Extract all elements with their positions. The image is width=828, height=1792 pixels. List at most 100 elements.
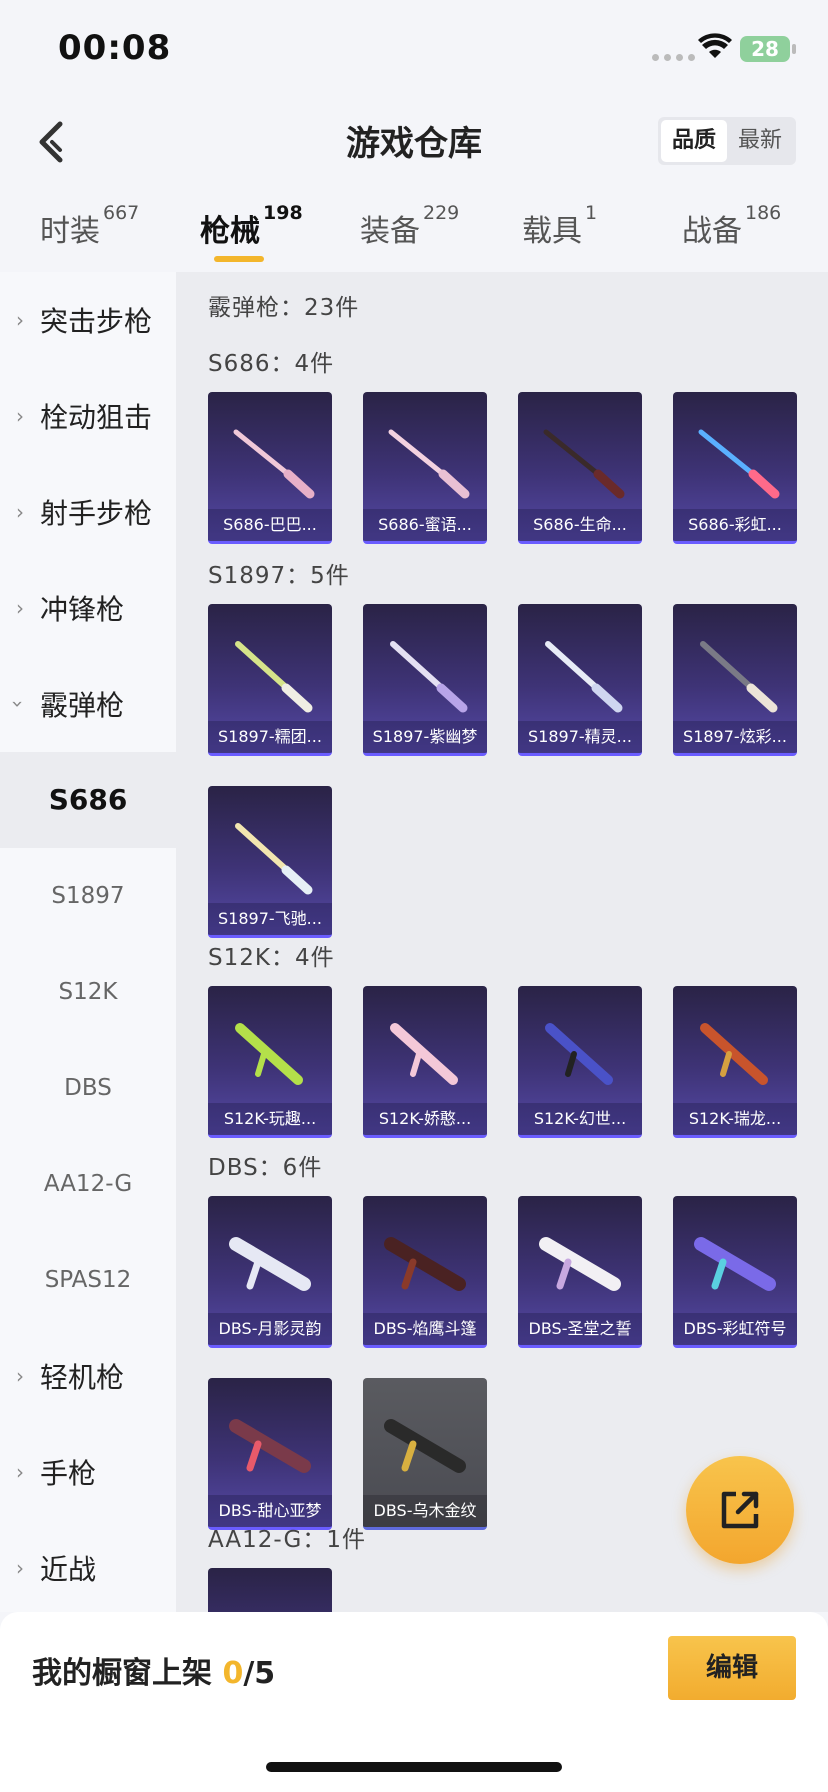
sidebar-item-pistol[interactable]: › 手枪 (0, 1424, 176, 1520)
sidebar-sub-s686[interactable]: S686 (0, 752, 176, 848)
tab-label: 载具 (522, 214, 582, 249)
skin-name: S12K-幻世... (518, 1103, 642, 1135)
shotgun-skin-icon (388, 429, 470, 499)
sidebar-item-lmg[interactable]: › 轻机枪 (0, 1328, 176, 1424)
sidebar-item-shotgun[interactable]: › 霰弹枪 (0, 656, 176, 752)
skin-name: DBS-乌木金纹 (363, 1495, 487, 1527)
tab-equipment[interactable]: 装备229 (360, 202, 459, 250)
shotgun-skin-icon (694, 1237, 776, 1291)
sidebar-item-melee[interactable]: › 近战 (0, 1520, 176, 1616)
chevron-right-icon: › (16, 1460, 24, 1484)
skin-card[interactable]: S1897-糯团... (208, 604, 332, 756)
skin-name: S12K-玩趣... (208, 1103, 332, 1135)
skin-name: S1897-精灵... (518, 721, 642, 753)
showcase-total: /5 (243, 1656, 276, 1691)
showcase-label: 我的橱窗上架 (32, 1656, 223, 1691)
tab-supplies[interactable]: 战备186 (682, 202, 781, 250)
skin-name: DBS-焰鹰斗篷 (363, 1313, 487, 1345)
skin-card[interactable]: DBS-月影灵韵 (208, 1196, 332, 1348)
showcase-current: 0 (222, 1656, 244, 1691)
skin-card[interactable]: S1897-飞驰... (208, 786, 332, 938)
chevron-down-icon: › (6, 700, 30, 708)
tab-vehicles[interactable]: 载具1 (522, 202, 597, 250)
skin-name: S1897-炫彩... (673, 721, 797, 753)
tab-label: 装备 (360, 214, 420, 249)
skin-card[interactable]: S686-蜜语... (363, 392, 487, 544)
tab-label: 枪械 (200, 214, 260, 249)
shotgun-skin-icon (384, 1419, 466, 1473)
chevron-right-icon: › (16, 1364, 24, 1388)
sidebar-sub-s12k[interactable]: S12K (0, 944, 176, 1040)
chevron-right-icon: › (16, 404, 24, 428)
sidebar-item-assault-rifle[interactable]: › 突击步枪 (0, 272, 176, 368)
shotgun-skin-icon (539, 1237, 621, 1291)
tab-count: 186 (745, 202, 782, 224)
chevron-right-icon: › (16, 500, 24, 524)
shotgun-skin-icon (233, 429, 315, 499)
tab-fashion[interactable]: 时装667 (40, 202, 139, 250)
skin-card[interactable]: DBS-彩虹符号 (673, 1196, 797, 1348)
share-button[interactable] (686, 1456, 794, 1564)
sidebar-sub-aa12g[interactable]: AA12-G (0, 1136, 176, 1232)
item-grid: 霰弹枪：23件 S686：4件 S686-巴巴... S686-蜜语... S6… (176, 272, 828, 1612)
shotgun-skin-icon (229, 1237, 311, 1291)
skin-card[interactable]: S686-巴巴... (208, 392, 332, 544)
shotgun-skin-icon (229, 1419, 311, 1473)
edit-button[interactable]: 编辑 (668, 1636, 796, 1700)
tab-count: 667 (103, 202, 140, 224)
skin-card[interactable]: S12K-瑞龙... (673, 986, 797, 1138)
chevron-right-icon: › (16, 308, 24, 332)
skin-card[interactable]: DBS-圣堂之誓 (518, 1196, 642, 1348)
category-count-title: 霰弹枪：23件 (208, 295, 360, 321)
skin-card[interactable]: S1897-炫彩... (673, 604, 797, 756)
skin-card[interactable]: DBS-焰鹰斗篷 (363, 1196, 487, 1348)
skin-card[interactable]: S1897-精灵... (518, 604, 642, 756)
skin-card[interactable]: S686-生命... (518, 392, 642, 544)
sidebar-sub-s1897[interactable]: S1897 (0, 848, 176, 944)
sidebar-item-smg[interactable]: › 冲锋枪 (0, 560, 176, 656)
showcase-bar: 我的橱窗上架 0/5 编辑 (0, 1612, 828, 1792)
weapon-sidebar: › 突击步枪 › 栓动狙击 › 射手步枪 › 冲锋枪 › 霰弹枪 S686 S1897 S… (0, 272, 176, 1612)
sort-newest-button[interactable]: 最新 (727, 120, 793, 162)
skin-card[interactable]: S12K-玩趣... (208, 986, 332, 1138)
skin-card[interactable]: S1897-紫幽梦 (363, 604, 487, 756)
sidebar-label: 射手步枪 (40, 497, 153, 530)
skin-card[interactable]: S686-彩虹... (673, 392, 797, 544)
shotgun-skin-icon (235, 1023, 303, 1085)
tab-label: 战备 (682, 214, 742, 249)
sidebar-item-bolt-sniper[interactable]: › 栓动狙击 (0, 368, 176, 464)
sidebar-sub-spas12[interactable]: SPAS12 (0, 1232, 176, 1328)
skin-card[interactable]: S12K-娇憨... (363, 986, 487, 1138)
cellular-signal-icon (652, 54, 695, 61)
sort-toggle: 品质 最新 (658, 117, 796, 165)
sidebar-sub-dbs[interactable]: DBS (0, 1040, 176, 1136)
skin-name: S12K-瑞龙... (673, 1103, 797, 1135)
battery-icon: 28 (740, 36, 796, 62)
skin-name: DBS-圣堂之誓 (518, 1313, 642, 1345)
status-bar: 00:08 28 (0, 0, 828, 96)
tab-guns[interactable]: 枪械198 (200, 202, 303, 250)
skin-card[interactable]: DBS-甜心亚梦 (208, 1378, 332, 1530)
tab-label: 时装 (40, 214, 100, 249)
skin-card[interactable]: DBS-乌木金纹 (363, 1378, 487, 1530)
skin-name: DBS-彩虹符号 (673, 1313, 797, 1345)
showcase-status: 我的橱窗上架 0/5 (32, 1648, 275, 1692)
skin-card[interactable]: S12K-幻世... (518, 986, 642, 1138)
sort-quality-button[interactable]: 品质 (661, 120, 727, 162)
chevron-right-icon: › (16, 1556, 24, 1580)
skin-name: S12K-娇憨... (363, 1103, 487, 1135)
skin-name: S1897-飞驰... (208, 903, 332, 935)
skin-name: S686-彩虹... (673, 509, 797, 541)
shotgun-skin-icon (698, 429, 780, 499)
sidebar-label: 栓动狙击 (40, 401, 153, 434)
tab-active-indicator (214, 256, 264, 262)
shotgun-skin-icon (390, 641, 468, 713)
screen: 00:08 28 游戏仓库 品质 最新 时装667 枪械198 装备229 载具… (0, 0, 828, 1792)
skin-name: S686-巴巴... (208, 509, 332, 541)
sidebar-item-marksman-rifle[interactable]: › 射手步枪 (0, 464, 176, 560)
category-tabs: 时装667 枪械198 装备229 载具1 战备186 (0, 196, 828, 272)
shotgun-skin-icon (700, 641, 778, 713)
home-indicator[interactable] (266, 1762, 562, 1772)
sidebar-label: 手枪 (40, 1457, 97, 1490)
skin-card[interactable] (208, 1568, 332, 1612)
